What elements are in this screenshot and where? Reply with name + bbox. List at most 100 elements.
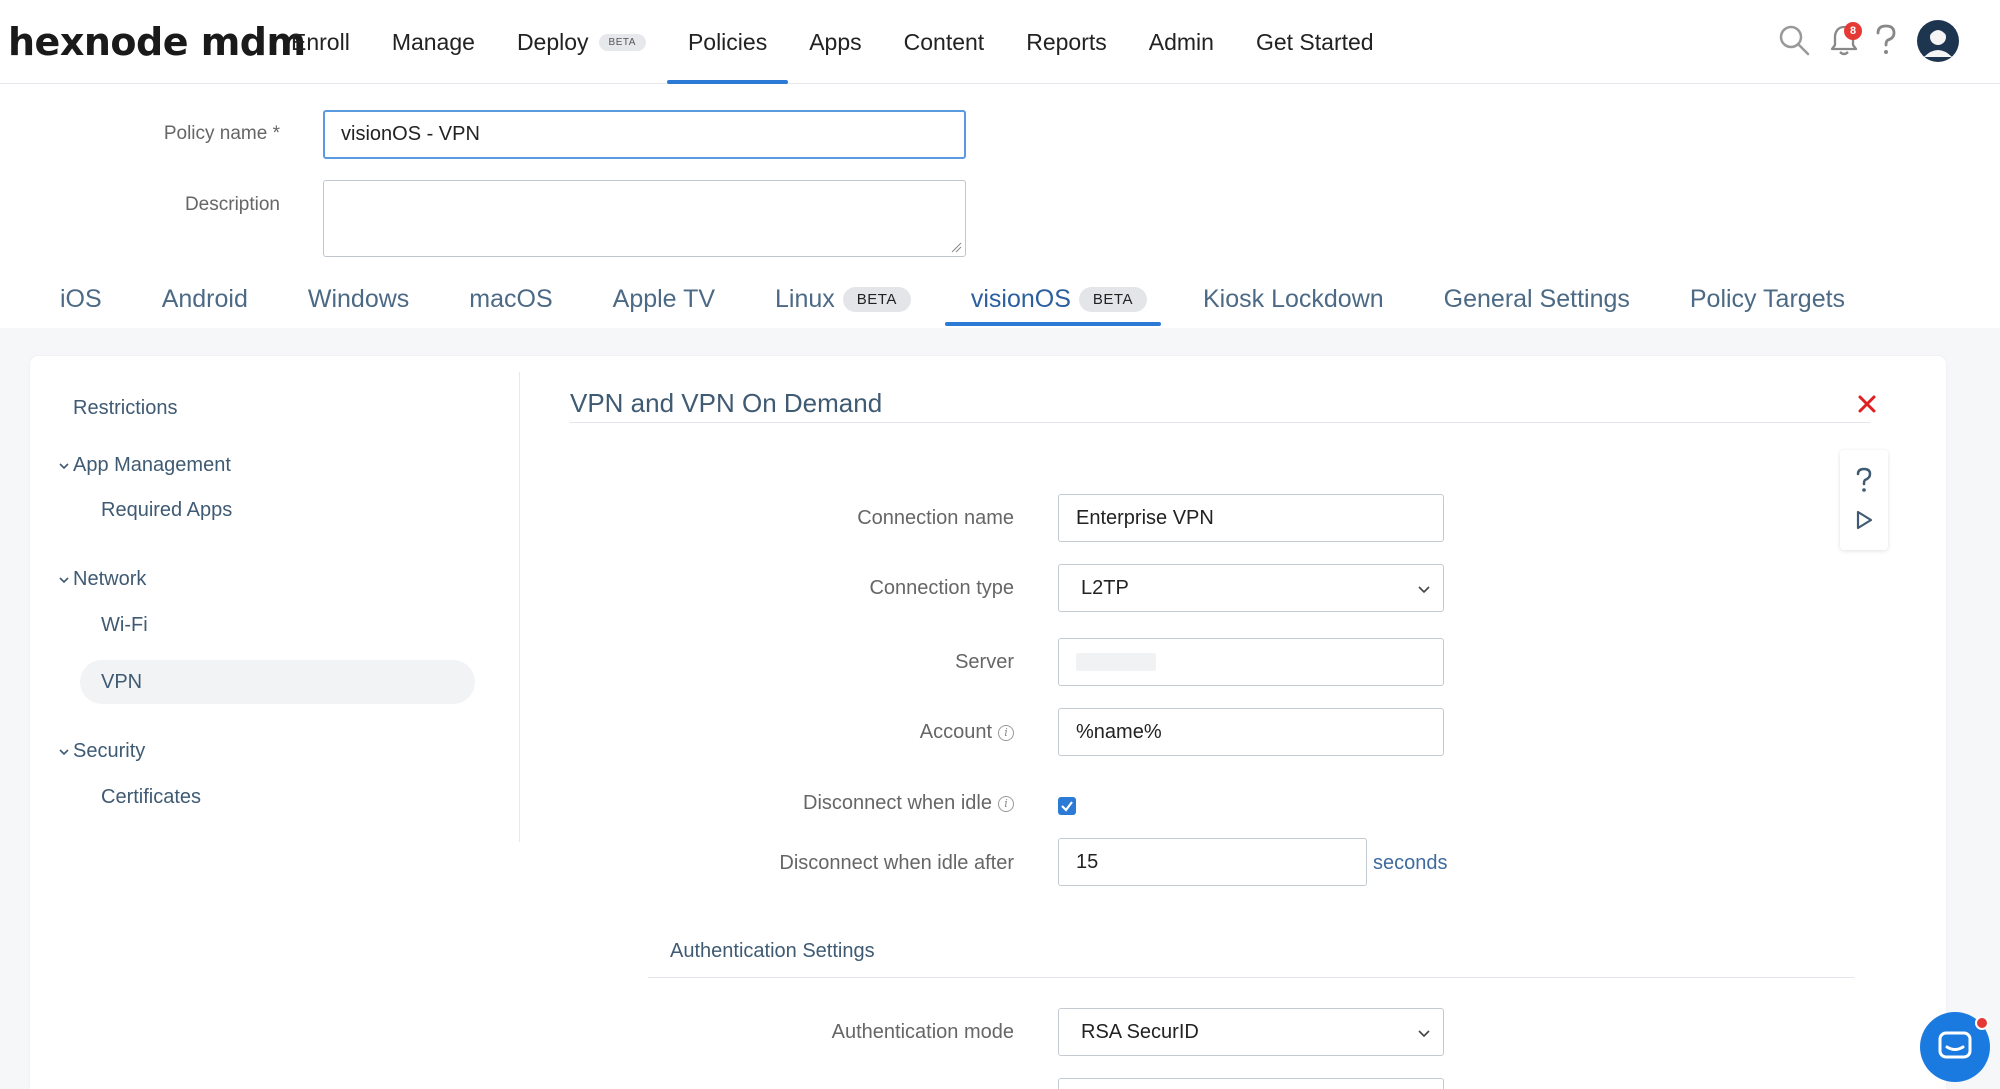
sidebar-group-app-management[interactable]: App Management (57, 454, 231, 477)
sidebar-group-label: Security (73, 740, 146, 762)
sidebar-item-restrictions[interactable]: Restrictions (73, 397, 177, 420)
select-value: RSA SecurID (1081, 1020, 1199, 1043)
authentication-divider (648, 977, 1854, 978)
sidebar-item-wifi[interactable]: Wi-Fi (101, 614, 148, 637)
hexnode-logo[interactable]: hexnode mdm (8, 20, 306, 64)
notification-bell-icon[interactable]: 8 (1824, 20, 1864, 60)
sidebar-group-label: Network (73, 568, 147, 590)
nav-admin[interactable]: Admin (1128, 0, 1235, 84)
nav-enroll[interactable]: Enroll (270, 0, 371, 84)
nav-policies[interactable]: Policies (666, 0, 789, 84)
sidebar-group-label: App Management (73, 454, 231, 476)
nav-manage[interactable]: Manage (371, 0, 496, 84)
sidebar-item-certificates[interactable]: Certificates (101, 786, 201, 809)
chevron-down-icon (59, 462, 69, 469)
user-avatar[interactable] (1916, 19, 1960, 63)
tab-label: Android (161, 284, 248, 313)
disconnect-idle-checkbox[interactable] (1058, 797, 1076, 815)
connection-type-select[interactable]: L2TP (1058, 564, 1444, 612)
beta-badge: BETA (842, 286, 911, 312)
tab-label: Linux (775, 284, 835, 313)
policy-name-label: Policy name * (163, 123, 280, 144)
chevron-down-icon (1418, 586, 1430, 594)
tab-apple-tv[interactable]: Apple TV (577, 270, 739, 328)
sidebar-group-network[interactable]: Network (57, 568, 146, 591)
platform-tabs: iOS Android Windows macOS Apple TV Linux… (36, 270, 1869, 328)
connection-name-input[interactable]: Enterprise VPN (1058, 494, 1444, 542)
nav-label: Deploy (516, 28, 589, 55)
help-icon[interactable] (1866, 20, 1906, 60)
sidebar-divider (519, 372, 520, 842)
connection-type-label: Connection type (869, 577, 1014, 599)
tab-general-settings[interactable]: General Settings (1408, 270, 1654, 328)
tab-windows[interactable]: Windows (272, 270, 433, 328)
account-input[interactable]: %name% (1058, 708, 1444, 756)
play-video-icon[interactable] (1840, 500, 1888, 540)
beta-badge: BETA (1078, 286, 1147, 312)
authentication-mode-label: Authentication mode (831, 1021, 1014, 1043)
chevron-down-icon (59, 576, 69, 583)
help-question-icon[interactable] (1840, 460, 1888, 500)
info-icon[interactable]: i (998, 724, 1014, 741)
section-divider (570, 422, 1870, 423)
nav-content[interactable]: Content (883, 0, 1006, 84)
server-label: Server (955, 651, 1014, 673)
nav-label: Admin (1148, 28, 1214, 55)
chevron-down-icon (1418, 1030, 1430, 1038)
tab-macos[interactable]: macOS (433, 270, 576, 328)
nav-label: Apps (809, 28, 862, 55)
resize-handle-icon[interactable] (950, 241, 962, 253)
info-icon[interactable]: i (998, 795, 1014, 812)
tab-label: Policy Targets (1689, 284, 1846, 313)
tab-kiosk-lockdown[interactable]: Kiosk Lockdown (1171, 270, 1408, 328)
policy-name-input[interactable]: visionOS - VPN (323, 110, 966, 159)
redacted-value (1076, 653, 1156, 671)
main-nav: Enroll Manage Deploy BETA Policies Apps C… (270, 0, 1395, 84)
account-label-text: Account (919, 721, 992, 743)
nav-apps[interactable]: Apps (788, 0, 882, 84)
description-textarea[interactable] (323, 180, 966, 257)
checkmark-icon (1061, 801, 1073, 812)
select-value: L2TP (1081, 576, 1129, 599)
authentication-settings-title: Authentication Settings (670, 940, 875, 962)
nav-label: Manage (391, 28, 475, 55)
tab-policy-targets[interactable]: Policy Targets (1654, 270, 1869, 328)
server-input[interactable] (1058, 638, 1444, 686)
tab-linux[interactable]: Linux BETA (739, 270, 935, 328)
nav-label: Policies (687, 28, 768, 55)
sidebar-item-vpn[interactable]: VPN (101, 671, 142, 694)
seconds-unit-label: seconds (1373, 852, 1448, 874)
disconnect-idle-label: Disconnect when idle i (514, 792, 1014, 815)
authentication-mode-select[interactable]: RSA SecurID (1058, 1008, 1444, 1056)
description-label: Description (184, 194, 280, 215)
nav-label: Reports (1026, 28, 1107, 55)
tab-visionos[interactable]: visionOS BETA (935, 270, 1171, 328)
tab-label: macOS (469, 284, 553, 313)
search-icon[interactable] (1774, 20, 1814, 60)
nav-get-started[interactable]: Get Started (1235, 0, 1395, 84)
tab-label: Apple TV (612, 284, 716, 313)
chevron-down-icon (59, 748, 69, 755)
chat-icon (1938, 1031, 1972, 1059)
top-navigation-bar: hexnode mdm Enroll Manage Deploy BETA Pol… (0, 0, 2000, 84)
beta-badge: BETA (598, 33, 646, 51)
tab-label: iOS (60, 284, 102, 313)
tab-android[interactable]: Android (126, 270, 272, 328)
nav-label: Get Started (1255, 28, 1374, 55)
tab-label: Kiosk Lockdown (1203, 284, 1384, 313)
nav-reports[interactable]: Reports (1005, 0, 1128, 84)
nav-label: Enroll (291, 28, 350, 55)
tab-label: Windows (307, 284, 410, 313)
section-title: VPN and VPN On Demand (570, 388, 883, 418)
nav-label: Content (903, 28, 985, 55)
disconnect-idle-label-text: Disconnect when idle (803, 792, 992, 814)
chat-unread-dot (1975, 1016, 1989, 1030)
nav-deploy[interactable]: Deploy BETA (496, 0, 667, 84)
account-label: Account i (514, 721, 1014, 744)
tab-ios[interactable]: iOS (36, 270, 126, 328)
sidebar-item-required-apps[interactable]: Required Apps (101, 499, 232, 522)
next-field-partial[interactable] (1058, 1078, 1444, 1089)
sidebar-group-security[interactable]: Security (57, 740, 145, 763)
disconnect-after-input[interactable]: 15 (1058, 838, 1367, 886)
close-icon[interactable] (1852, 389, 1882, 419)
